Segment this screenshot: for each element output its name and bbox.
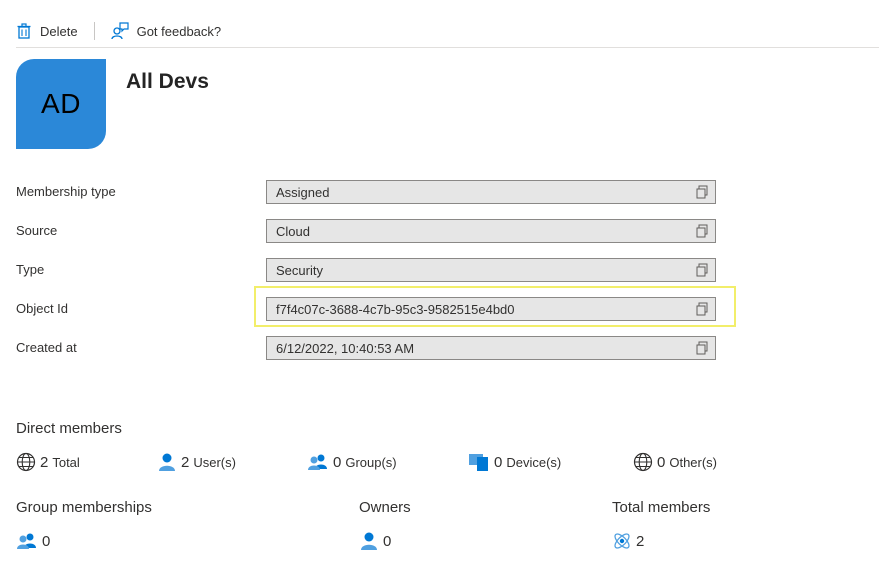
total-members-count-stat[interactable]: 2 — [612, 531, 648, 551]
membership-type-field[interactable]: Assigned — [266, 180, 716, 204]
device-icon — [469, 454, 488, 471]
property-value[interactable]: 6/12/2022, 10:40:53 AM — [267, 341, 695, 356]
others-stat[interactable]: 0 Other(s) — [633, 452, 717, 472]
copy-icon[interactable] — [695, 263, 709, 277]
property-value[interactable]: Assigned — [267, 185, 695, 200]
feedback-button[interactable]: Got feedback? — [110, 22, 222, 40]
delete-label: Delete — [40, 23, 78, 39]
owners-count: 0 — [383, 532, 392, 550]
owners-stat[interactable]: 0 — [359, 531, 395, 551]
feedback-label: Got feedback? — [136, 23, 222, 39]
type-field[interactable]: Security — [266, 258, 716, 282]
property-membership-type: Membership type Assigned — [16, 180, 716, 204]
others-label: Other(s) — [669, 454, 718, 470]
users-stat[interactable]: 2 User(s) — [157, 452, 236, 472]
trash-icon — [17, 23, 31, 39]
source-field[interactable]: Cloud — [266, 219, 716, 243]
property-type: Type Security — [16, 258, 716, 282]
property-label: Membership type — [16, 184, 116, 199]
created-at-field[interactable]: 6/12/2022, 10:40:53 AM — [266, 336, 716, 360]
users-label: User(s) — [193, 454, 236, 470]
page-title: All Devs — [126, 70, 209, 93]
feedback-person-icon — [110, 22, 129, 40]
property-created-at: Created at 6/12/2022, 10:40:53 AM — [16, 336, 716, 360]
property-value[interactable]: Security — [267, 263, 695, 278]
delete-button[interactable]: Delete — [16, 23, 78, 39]
group-icon — [308, 454, 327, 470]
group-avatar: AD — [16, 59, 106, 149]
atom-icon — [614, 533, 630, 549]
total-count: 2 — [40, 453, 49, 471]
toolbar-divider — [93, 22, 95, 40]
command-bar: Delete Got feedback? — [16, 16, 221, 46]
property-source: Source Cloud — [16, 219, 716, 243]
toolbar-divider-line — [16, 47, 879, 48]
user-icon — [159, 453, 175, 471]
group-icon — [17, 533, 36, 549]
property-label: Object Id — [16, 301, 69, 316]
devices-stat[interactable]: 0 Device(s) — [468, 452, 561, 472]
property-value[interactable]: Cloud — [267, 224, 695, 239]
total-members-stat[interactable]: 2 Total — [16, 452, 80, 472]
globe-icon — [633, 452, 653, 472]
user-icon — [361, 532, 377, 550]
devices-count: 0 — [494, 453, 503, 471]
devices-label: Device(s) — [506, 454, 562, 470]
group-memberships-heading: Group memberships — [16, 499, 152, 516]
total-members-count: 2 — [636, 532, 645, 550]
others-count: 0 — [657, 453, 666, 471]
property-label: Source — [16, 223, 58, 238]
groups-count: 0 — [333, 453, 342, 471]
object-id-highlight — [254, 286, 736, 327]
group-memberships-count: 0 — [42, 532, 51, 550]
direct-members-heading: Direct members — [16, 420, 122, 437]
users-count: 2 — [181, 453, 190, 471]
copy-icon[interactable] — [695, 341, 709, 355]
copy-icon[interactable] — [695, 224, 709, 238]
copy-icon[interactable] — [695, 185, 709, 199]
group-memberships-stat[interactable]: 0 — [16, 531, 54, 551]
groups-label: Group(s) — [345, 454, 397, 470]
globe-icon — [16, 452, 36, 472]
property-label: Created at — [16, 340, 77, 355]
total-label: Total — [52, 454, 80, 470]
groups-stat[interactable]: 0 Group(s) — [307, 452, 397, 472]
avatar-initials: AD — [41, 88, 81, 119]
owners-heading: Owners — [359, 499, 411, 516]
total-members-heading: Total members — [612, 499, 711, 516]
property-label: Type — [16, 262, 45, 277]
